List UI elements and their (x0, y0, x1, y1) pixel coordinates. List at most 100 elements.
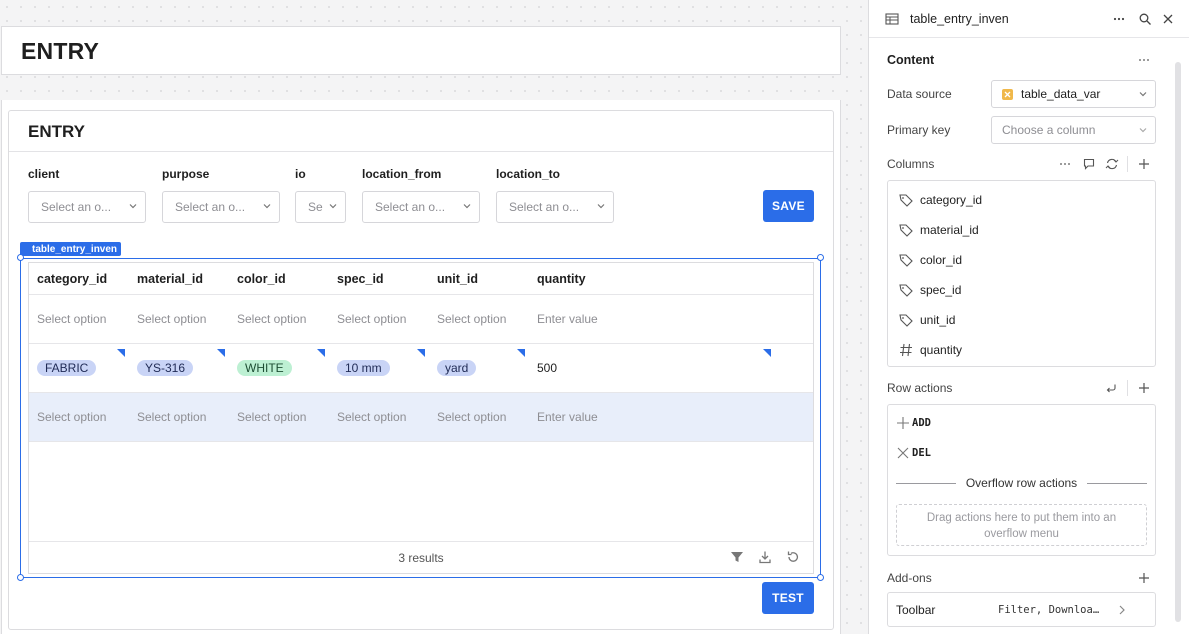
tag-icon (898, 282, 914, 298)
inspector-scrollbar[interactable] (1175, 42, 1181, 634)
del-action-label: DEL (912, 447, 931, 459)
purpose-select[interactable]: Select an o... (162, 191, 280, 223)
column-header-unit-id[interactable]: unit_id (437, 272, 478, 286)
edited-cell-marker (517, 349, 525, 357)
table-row: FABRIC YS-316 WHITE 10 mm yard 500 (29, 344, 813, 393)
comment-icon[interactable] (1082, 157, 1096, 171)
column-header-material-id[interactable]: material_id (137, 272, 203, 286)
unit-select-cell[interactable]: Select option (437, 312, 506, 326)
more-icon[interactable] (1112, 12, 1126, 26)
download-icon[interactable] (758, 550, 772, 564)
spec-select-cell[interactable]: Select option (337, 312, 406, 326)
column-header-spec-id[interactable]: spec_id (337, 272, 384, 286)
save-button[interactable]: SAVE (763, 190, 814, 222)
divider-line (896, 483, 956, 484)
header-container: ENTRY (1, 26, 841, 75)
edited-cell-marker (417, 349, 425, 357)
more-icon[interactable] (1058, 157, 1072, 171)
resize-handle-bottom-right[interactable] (817, 574, 824, 581)
selected-component-tag[interactable]: table_entry_inven (20, 242, 122, 256)
close-icon[interactable] (1161, 12, 1175, 26)
color-select-cell[interactable]: Select option (237, 312, 306, 326)
location-to-select[interactable]: Select an o... (496, 191, 614, 223)
material-select-cell[interactable]: Select option (137, 312, 206, 326)
quantity-input-cell[interactable]: Enter value (537, 410, 598, 424)
category-select-cell[interactable]: Select option (37, 312, 106, 326)
inspector-title: table_entry_inven (910, 12, 1009, 26)
data-source-select[interactable]: table_data_var (991, 80, 1156, 108)
toolbar-addon-value: Filter, Downloa… (998, 604, 1100, 616)
add-addon-icon[interactable] (1137, 571, 1151, 585)
refresh-icon[interactable] (786, 550, 800, 564)
client-select[interactable]: Select an o... (28, 191, 146, 223)
location-from-select[interactable]: Select an o... (362, 191, 480, 223)
filter-icon[interactable] (730, 550, 744, 564)
primary-key-select[interactable]: Choose a column (991, 116, 1156, 144)
test-button[interactable]: TEST (762, 582, 814, 614)
material-select-cell[interactable]: Select option (137, 410, 206, 424)
scrollbar-thumb[interactable] (1175, 62, 1181, 622)
return-icon[interactable] (1104, 381, 1118, 395)
location-to-field: location_to Select an o... (496, 167, 614, 223)
content-section-title: Content (887, 53, 935, 67)
resize-handle-top-right[interactable] (817, 254, 824, 261)
resize-handle-bottom-left[interactable] (17, 574, 24, 581)
color-pill: WHITE (237, 360, 292, 376)
chevron-down-icon (1139, 126, 1147, 134)
purpose-label: purpose (162, 167, 210, 181)
column-item-label: material_id (920, 223, 979, 237)
search-icon[interactable] (1138, 12, 1152, 26)
overflow-actions-label: Overflow row actions (965, 476, 1078, 490)
tag-icon (898, 192, 914, 208)
io-select[interactable]: Se (295, 191, 346, 223)
color-select-cell[interactable]: Select option (237, 410, 306, 424)
add-row-action-icon[interactable] (1137, 381, 1151, 395)
tag-icon (898, 252, 914, 268)
client-select-placeholder: Select an o... (41, 200, 112, 214)
add-column-icon[interactable] (1137, 157, 1151, 171)
column-item-label: color_id (920, 253, 963, 267)
unit-pill: yard (437, 360, 477, 376)
unit-select-cell[interactable]: Select option (437, 410, 506, 424)
variable-icon (1002, 88, 1013, 100)
column-header-category-id[interactable]: category_id (37, 272, 107, 286)
location-to-label: location_to (496, 167, 561, 181)
spec-cell[interactable]: 10 mm (337, 360, 390, 376)
material-cell[interactable]: YS-316 (137, 360, 194, 376)
column-header-quantity[interactable]: quantity (537, 272, 586, 286)
category-cell[interactable]: FABRIC (37, 360, 97, 376)
columns-label: Columns (887, 157, 935, 171)
spec-select-cell[interactable]: Select option (337, 410, 406, 424)
overflow-dropzone[interactable]: Drag actions here to put them into an ov… (896, 504, 1147, 546)
table-row-new: Select option Select option Select optio… (29, 393, 813, 442)
header-divider (1, 74, 841, 75)
unit-cell[interactable]: yard (437, 360, 477, 376)
divider-line (1087, 483, 1147, 484)
addons-label: Add-ons (887, 571, 932, 585)
column-item-label: spec_id (920, 283, 962, 297)
edited-cell-marker (317, 349, 325, 357)
row-actions-label: Row actions (887, 381, 953, 395)
more-icon[interactable] (1137, 53, 1151, 67)
toolbar-addon[interactable]: Toolbar Filter, Downloa… (887, 592, 1156, 627)
resize-handle-top-left[interactable] (17, 254, 24, 261)
quantity-cell[interactable]: 500 (537, 361, 557, 375)
location-from-field: location_from Select an o... (362, 167, 480, 223)
column-header-color-id[interactable]: color_id (237, 272, 286, 286)
category-select-cell[interactable]: Select option (37, 410, 106, 424)
hash-icon (898, 342, 914, 358)
sync-icon[interactable] (1105, 157, 1119, 171)
table-header-row: category_id material_id color_id spec_id… (29, 263, 813, 295)
io-label: io (295, 167, 306, 181)
edited-cell-marker (763, 349, 771, 357)
toolbar-divider (1127, 380, 1128, 396)
category-pill: FABRIC (37, 360, 97, 376)
toolbar-addon-label: Toolbar (896, 603, 936, 617)
client-field: client Select an o... (28, 167, 146, 223)
quantity-input-cell[interactable]: Enter value (537, 312, 598, 326)
x-icon (896, 446, 910, 460)
edited-cell-marker (117, 349, 125, 357)
client-label: client (28, 167, 60, 181)
color-cell[interactable]: WHITE (237, 360, 292, 376)
chevron-down-icon (1139, 90, 1147, 98)
